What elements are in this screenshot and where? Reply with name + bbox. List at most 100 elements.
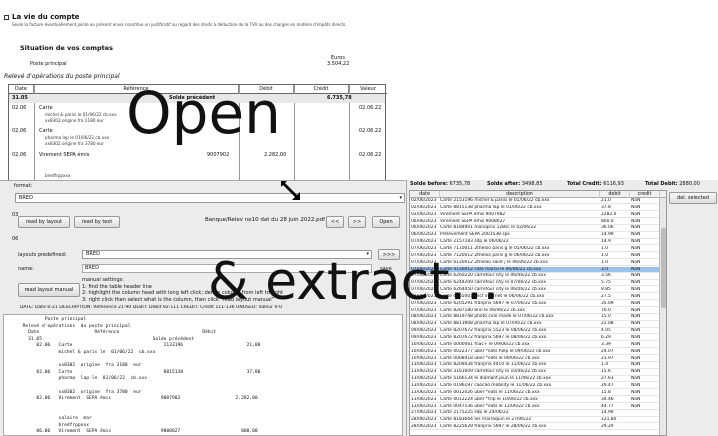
cell-credit: NaN [631,321,641,327]
table-row[interactable]: 06/06/2023 Prélèvement SEPA 2001538 sps 14… [410,232,666,239]
cell-credit: NaN [631,348,641,354]
cell-debit: 1.0 [601,252,608,258]
read-by-layout-button[interactable]: read by layout [18,216,70,228]
cell-description: Virement SEPA émis 9007982 [440,211,506,217]
pdf-solde-date: 31.05 [12,95,28,101]
cell-credit: NaN [631,382,641,388]
cell-description: Carte 0008418 uber *eats le 09/06/22 cb.… [440,355,540,361]
extracted-text-area[interactable]: Poste principal Relevé d'opérations du p… [3,314,403,436]
total-debit-label: Total Debit: [645,181,678,187]
cell-description: Carte 8819748 photo cine made le 07/06/2… [440,314,554,320]
cell-debit: 121,80 [601,417,617,423]
cell-credit: NaN [631,362,641,368]
cell-debit: 24.07 [601,348,614,354]
pdf-row-detail: xx8302 origine fra 2180 eur [45,118,104,123]
open-button[interactable]: Open [372,216,400,228]
format-value: BRED [19,195,33,201]
cell-date: 27/06/2023 [411,410,437,416]
cell-description: Carte 5166134 le diamant joun le 11/06/2… [440,376,551,382]
cell-debit: 1.0 [601,259,608,265]
cell-date: 10/06/2023 [411,348,437,354]
table-row[interactable]: 27/06/2023 Carte 2175225 sdp le 24/06/22 1… [410,410,666,417]
pdf-th-date: Date [9,85,34,94]
cell-credit: NaN [631,335,641,340]
cell-debit: 14.9 [601,239,611,245]
cell-description: Carte 8207672 franprix 5697 le 08/06/22 … [440,335,547,340]
total-debit-value: 2880,00 [679,181,700,187]
delete-selected-button[interactable]: del. selected [669,192,717,204]
table-row[interactable]: 02/06/2023 Virement SEPA émis 9007982 2282… [410,212,666,218]
pdf-th-valeur: Valeur [349,85,387,94]
table-row[interactable]: 06/06/2023 Carte 8184901 monoprix 128sc l… [410,225,666,232]
read-layout-manual-button[interactable]: read layout manual [18,283,80,297]
table-row[interactable]: 13/06/2023 Carte 0196197 caocao mobility … [410,382,666,390]
table-row[interactable]: 08/06/2023 Carte 8819748 photo cine made … [410,314,666,321]
table-row[interactable]: 02/06/2023 Carte 8815138 pharma lap le 01… [410,204,666,212]
pdf-row-date: 02.06 [12,152,27,158]
table-row[interactable]: 13/06/2023 Carte 0012224 uber *trip le 10… [410,397,666,403]
cell-description: Virement SEPA émis 9008027 [440,218,506,224]
cell-credit: NaN [631,225,641,231]
format-select[interactable]: BRED ▾ [15,193,405,203]
read-by-text-button[interactable]: read by text [74,216,120,228]
cell-debit: 23.97 [601,355,614,361]
cell-credit: NaN [631,273,641,279]
overlay-open-text: Open [126,79,281,147]
scrollbar-thumb[interactable] [661,228,666,308]
cell-description: Carte 8207672 franprix 5523 le 08/06/22 … [440,328,547,334]
cursor-arrow-icon [281,181,300,200]
col-date[interactable]: date [410,191,440,198]
cell-date: 08/06/2023 [411,321,437,327]
cell-credit: NaN [631,300,641,306]
col-credit[interactable]: credit [630,191,660,198]
cell-credit: NaN [631,328,641,334]
table-row[interactable]: 10/06/2023 Carte 0000061 fnac+ le 09/06/2… [410,341,666,349]
cell-credit: NaN [631,341,641,347]
table-row[interactable]: 28/06/2023 Carte 8225629 franprix 5697 le… [410,424,666,431]
table-row[interactable]: 07/06/2023 Carte 2157183 sdp le 06/06/22 1… [410,239,666,246]
table-row[interactable]: 13/06/2023 Carte 0012026 uber *eats le 11… [410,389,666,397]
cell-date: 06/06/2023 [411,225,437,231]
cell-description: Carte 8815138 pharma lap le 01/06/22 cb.… [440,204,542,210]
cell-debit: 35.09 [601,300,614,306]
col-description[interactable]: description [440,191,600,198]
table-row[interactable]: 06/06/2023 Virement SEPA émis 9008027 800.… [410,219,666,225]
table-row[interactable]: 13/06/2023 Carte 3161609 carrefour city l… [410,369,666,376]
table-row[interactable]: 09/06/2023 Carte 8207672 franprix 5523 le… [410,328,666,335]
text-line: salaire mar [6,416,92,421]
table-row[interactable]: 02/06/2023 Carte 2153196 michel & parisi … [410,198,666,205]
text-line: xx8302 origine fra 3780 eur [6,389,142,395]
cell-credit: NaN [631,376,641,382]
cell-credit: NaN [631,396,641,402]
next-file-button[interactable]: >> [348,216,366,228]
layouts-label: layouts predefined: [18,252,67,258]
cell-credit: NaN [631,403,641,409]
table-row[interactable]: 13/06/2023 Carte 0047536 uber *eats le 12… [410,404,666,410]
cell-debit: 15.8 [601,389,611,395]
pdf-row-date: 02.06 [12,105,27,111]
table-row[interactable]: 13/06/2023 Carte 8209434 franprix 4410 le… [410,362,666,369]
text-line: michel & paris le 01/06/22 cb.xxx [6,350,156,355]
text-line: bredfrppxxx [6,422,89,428]
table-row[interactable]: 09/06/2023 Carte 8207672 franprix 5697 le… [410,335,666,342]
cell-description: Carte 8225629 franprix 5697 le 28/06/22 … [440,424,547,430]
cell-debit: 6.29 [601,335,611,340]
cell-description: Carte 0022377 uber *eats help le 09/06/2… [440,348,551,354]
cell-debit: 5.75 [601,280,611,286]
cell-description: Carte 0047536 uber *eats le 12/06/22 cb.… [440,403,540,409]
table-row[interactable]: 28/06/2023 Carte 8183664 les marroquin le… [410,417,666,424]
table-row[interactable]: 13/06/2023 Carte 5166134 le diamant joun … [410,376,666,383]
table-row[interactable]: 10/06/2023 Carte 0022377 uber *eats help … [410,349,666,355]
col-debit[interactable]: debit [600,191,630,198]
table-row[interactable]: 08/06/2023 Carte 8813908 pharma lap le 07… [410,321,666,328]
text-line: 02.06 Virement SEPA émis 9007902 2.282,0… [6,396,258,402]
format-label: format: [14,183,33,189]
cell-date: 09/06/2023 [411,328,437,334]
scrollbar[interactable] [659,198,666,435]
text-line: 02.06 Carte 2133196 21,00 [6,343,261,349]
table-row[interactable]: 10/06/2023 Carte 0008418 uber *eats le 09… [410,356,666,362]
transactions-table[interactable]: date description debit credit 02/06/2023… [409,190,667,436]
cell-credit: NaN [631,198,641,203]
cell-debit: 3.39 [601,341,611,347]
prev-file-button[interactable]: << [326,216,344,228]
